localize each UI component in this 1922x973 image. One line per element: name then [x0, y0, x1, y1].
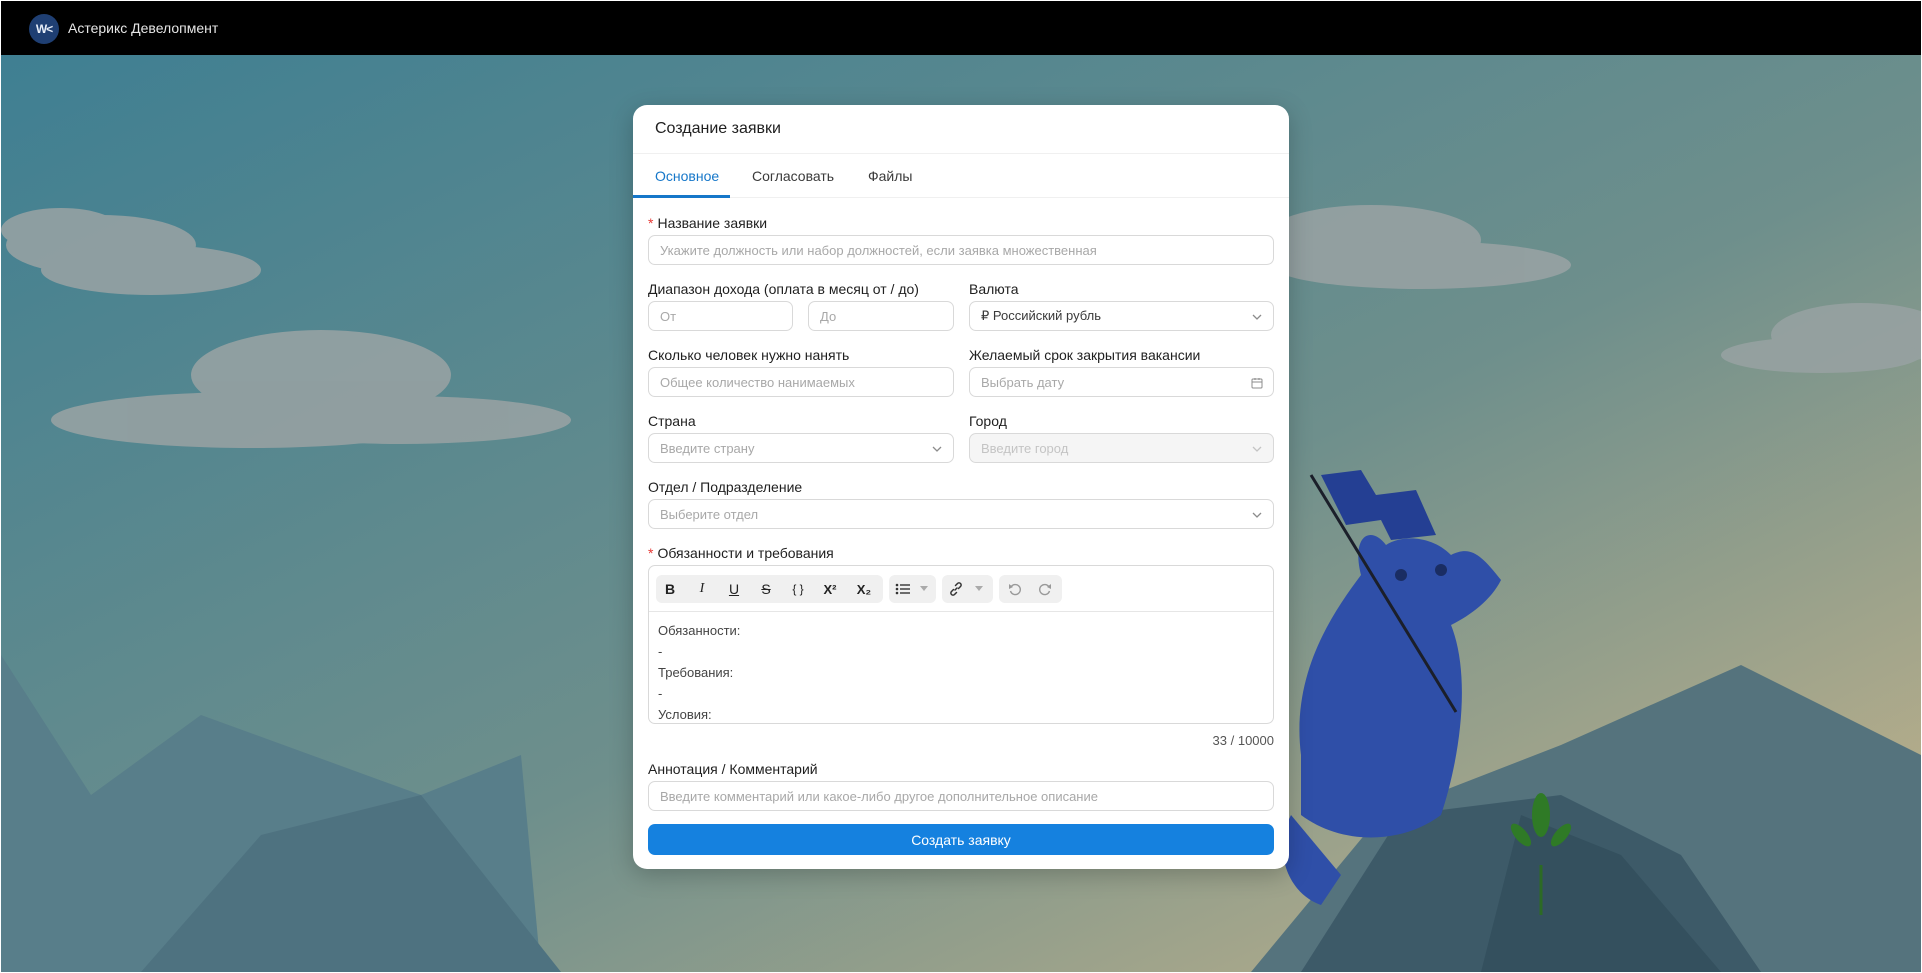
link-button-group	[942, 575, 993, 603]
tab-approve[interactable]: Согласовать	[752, 168, 834, 184]
link-icon[interactable]	[944, 577, 968, 601]
department-select[interactable]: Выберите отдел	[648, 499, 1274, 529]
top-bar: W< Астерикс Девелопмент	[1, 1, 1921, 55]
chevron-down-icon	[1252, 314, 1262, 320]
deadline-label: Желаемый срок закрытия вакансии	[969, 347, 1201, 363]
create-request-button[interactable]: Создать заявку	[648, 824, 1274, 855]
editor-line: Условия:	[658, 707, 712, 722]
list-button-group	[889, 575, 936, 603]
chevron-down-icon	[1252, 446, 1262, 452]
title-field-label-text: Название заявки	[657, 215, 768, 231]
format-button-group: B I U S { } X² X₂	[656, 575, 883, 603]
editor-line: -	[658, 644, 663, 659]
department-placeholder: Выберите отдел	[660, 506, 759, 522]
chevron-down-icon	[1252, 512, 1262, 518]
required-asterisk: *	[648, 215, 654, 231]
bold-button[interactable]: B	[658, 577, 682, 601]
city-placeholder: Введите город	[981, 440, 1069, 456]
redo-icon[interactable]	[1033, 577, 1057, 601]
tab-files[interactable]: Файлы	[868, 168, 912, 184]
currency-label: Валюта	[969, 281, 1019, 297]
country-placeholder: Введите страну	[660, 440, 755, 456]
duties-rich-text-editor[interactable]: B I U S { } X² X₂ Обязанности: - Требова…	[648, 565, 1274, 724]
income-to-placeholder: До	[820, 308, 837, 324]
undo-icon[interactable]	[1003, 577, 1027, 601]
editor-line: -	[658, 686, 663, 701]
bullet-list-icon[interactable]	[891, 577, 915, 601]
comment-label: Аннотация / Комментарий	[648, 761, 818, 777]
comment-placeholder: Введите комментарий или какое-либо друго…	[660, 788, 1098, 804]
editor-line: Требования:	[658, 665, 734, 680]
editor-content[interactable]: Обязанности: - Требования: - Условия:	[658, 620, 1264, 725]
headcount-label: Сколько человек нужно нанять	[648, 347, 850, 363]
subscript-button[interactable]: X₂	[852, 577, 876, 601]
income-to-input[interactable]: До	[808, 301, 954, 331]
company-name[interactable]: Астерикс Девелопмент	[68, 20, 218, 36]
request-title-placeholder: Укажите должность или набор должностей, …	[660, 242, 1097, 258]
chevron-down-icon	[932, 446, 942, 452]
income-label: Диапазон дохода (оплата в месяц от / до)	[648, 281, 919, 297]
city-label: Город	[969, 413, 1007, 429]
currency-select[interactable]: ₽ Российский рубль	[969, 301, 1274, 331]
calendar-icon	[1251, 378, 1263, 389]
link-dropdown-caret-icon[interactable]	[970, 577, 988, 601]
duties-label-text: Обязанности и требования	[657, 545, 834, 561]
create-request-modal: Создание заявки Основное Согласовать Фай…	[633, 105, 1289, 869]
department-label: Отдел / Подразделение	[648, 479, 803, 495]
strikethrough-button[interactable]: S	[754, 577, 778, 601]
comment-input[interactable]: Введите комментарий или какое-либо друго…	[648, 781, 1274, 811]
title-field-label: * Название заявки	[648, 215, 767, 231]
duties-label: * Обязанности и требования	[648, 545, 834, 561]
deadline-placeholder: Выбрать дату	[981, 374, 1065, 390]
company-logo[interactable]: W<	[29, 14, 59, 44]
income-from-placeholder: От	[660, 308, 677, 324]
currency-value: ₽ Российский рубль	[981, 308, 1102, 323]
character-counter: 33 / 10000	[1212, 733, 1274, 748]
request-title-input[interactable]: Укажите должность или набор должностей, …	[648, 235, 1274, 265]
tab-bar: Основное Согласовать Файлы	[633, 154, 1289, 198]
modal-title: Создание заявки	[655, 120, 781, 137]
income-from-input[interactable]: От	[648, 301, 793, 331]
country-label: Страна	[648, 413, 696, 429]
tab-main[interactable]: Основное	[655, 168, 719, 184]
code-button[interactable]: { }	[786, 577, 810, 601]
history-button-group	[999, 575, 1062, 603]
deadline-date-picker[interactable]: Выбрать дату	[969, 367, 1274, 397]
country-select[interactable]: Введите страну	[648, 433, 954, 463]
headcount-placeholder: Общее количество нанимаемых	[660, 374, 855, 390]
list-dropdown-caret-icon[interactable]	[915, 577, 933, 601]
italic-button[interactable]: I	[690, 577, 714, 601]
underline-button[interactable]: U	[722, 577, 746, 601]
superscript-button[interactable]: X²	[818, 577, 842, 601]
active-tab-indicator	[633, 195, 730, 198]
editor-line: Обязанности:	[658, 623, 741, 638]
editor-toolbar: B I U S { } X² X₂	[649, 566, 1273, 612]
required-asterisk: *	[648, 545, 654, 561]
city-select[interactable]: Введите город	[969, 433, 1274, 463]
headcount-input[interactable]: Общее количество нанимаемых	[648, 367, 954, 397]
